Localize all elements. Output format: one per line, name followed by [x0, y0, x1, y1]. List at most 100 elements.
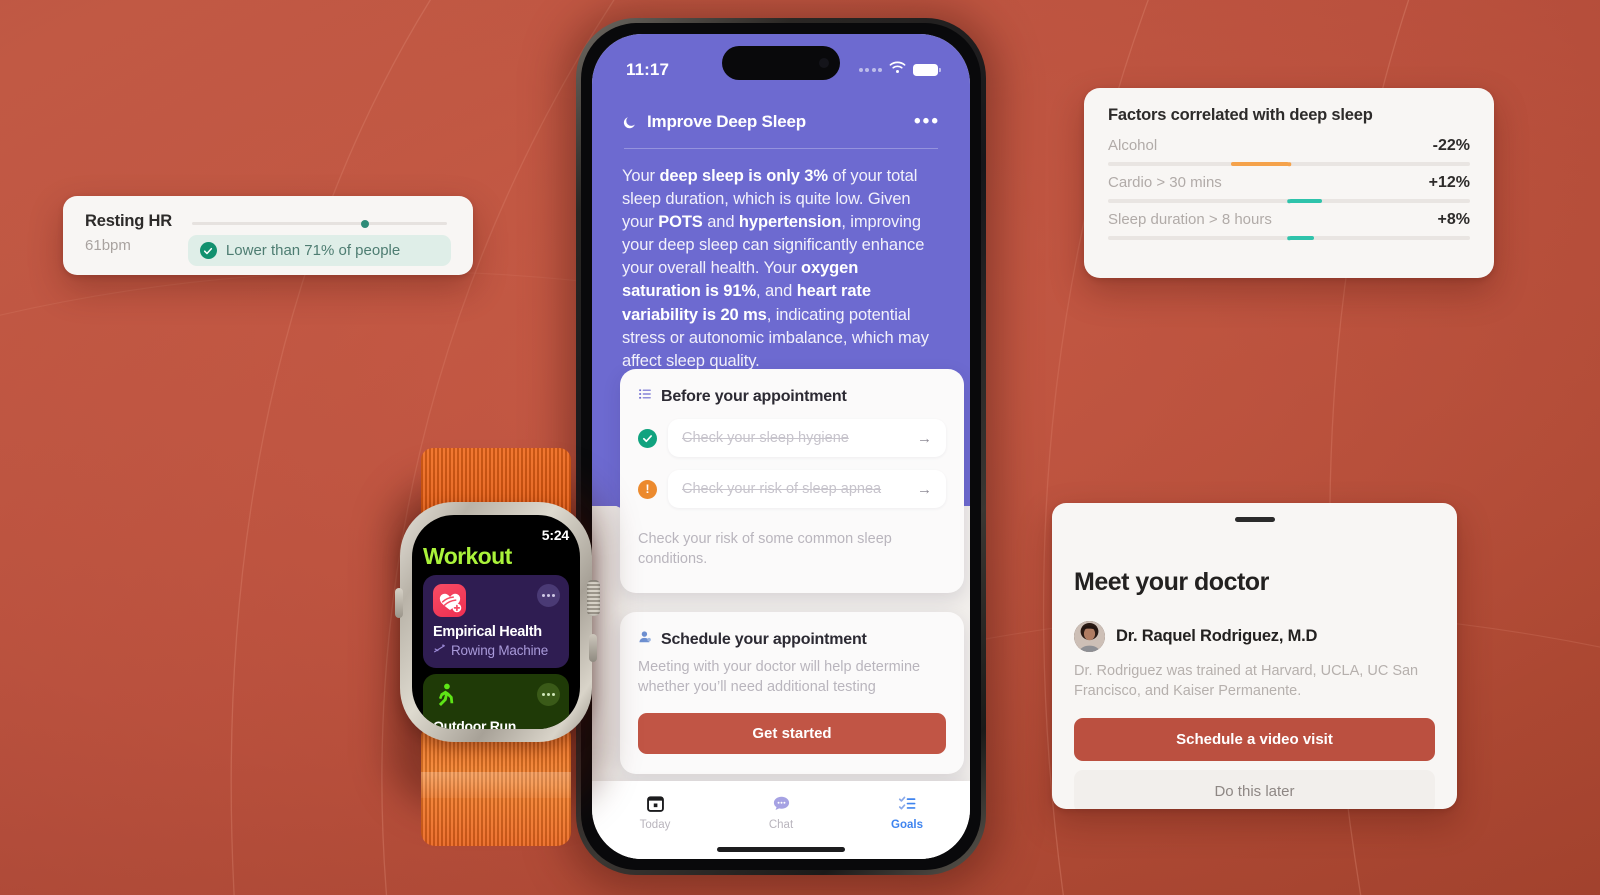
resting-hr-right: Lower than 71% of people — [187, 210, 451, 266]
hero-title-wrap: Improve Deep Sleep — [622, 112, 806, 132]
check-circle-icon — [638, 428, 657, 448]
factor-value: +12% — [1428, 174, 1470, 191]
schedule-appointment-header: Schedule your appointment — [638, 630, 946, 649]
resting-hr-comparison-pill: Lower than 71% of people — [187, 235, 451, 266]
schedule-appointment-title: Schedule your appointment — [661, 630, 867, 648]
factor-row: Cardio > 30 mins +12% — [1108, 174, 1470, 203]
doctor-card-title: Meet your doctor — [1074, 568, 1269, 596]
digital-crown[interactable] — [587, 580, 600, 616]
watch-screen: 5:24 Workout Empirical Health Rowing Mac… — [412, 515, 580, 729]
phone-inner-bezel: 11:17 Improve Deep Sleep ••• Your deep s… — [581, 23, 981, 870]
task-pill[interactable]: Check your sleep hygiene → — [668, 419, 946, 457]
hero-title: Improve Deep Sleep — [647, 112, 806, 131]
home-indicator[interactable] — [717, 847, 845, 852]
tab-chat-label: Chat — [768, 819, 794, 831]
overflow-menu-icon[interactable] — [537, 683, 560, 707]
resting-hr-number: 61 — [85, 237, 102, 254]
factor-midpoint-marker — [1287, 162, 1291, 166]
alert-circle-icon: ! — [638, 479, 657, 499]
before-appointment-note: Check your risk of some common sleep con… — [638, 531, 892, 567]
iphone-mockup: 11:17 Improve Deep Sleep ••• Your deep s… — [566, 12, 996, 889]
factor-track — [1108, 199, 1470, 203]
factor-midpoint-marker — [1287, 236, 1291, 240]
resting-hr-value: 61bpm — [85, 237, 172, 254]
hero-header: Improve Deep Sleep ••• — [622, 112, 940, 132]
moon-icon — [622, 115, 637, 130]
before-appointment-header: Before your appointment — [638, 387, 946, 406]
factor-value: +8% — [1437, 211, 1470, 228]
front-camera-icon — [819, 58, 829, 68]
factor-row: Alcohol -22% — [1108, 137, 1470, 166]
factors-title: Factors correlated with deep sleep — [1108, 106, 1373, 124]
doctor-identity-row: Dr. Raquel Rodriguez, M.D — [1074, 621, 1435, 652]
doctor-bio: Dr. Rodriguez was trained at Harvard, UC… — [1074, 663, 1419, 699]
heart-hands-icon — [433, 584, 466, 618]
resting-hr-track — [191, 219, 447, 228]
hero-content: Improve Deep Sleep ••• Your deep sleep i… — [592, 112, 970, 373]
schedule-video-visit-button[interactable]: Schedule a video visit — [1074, 718, 1435, 761]
phone-screen: 11:17 Improve Deep Sleep ••• Your deep s… — [592, 34, 970, 859]
watch-side-button[interactable] — [589, 634, 597, 662]
workout-tile-empirical-health[interactable]: Empirical Health Rowing Machine — [423, 575, 569, 669]
resting-hr-title: Resting HR — [85, 212, 172, 230]
chevron-right-icon: → — [917, 429, 932, 447]
workout-activity: Rowing Machine — [433, 642, 559, 658]
resting-hr-comparison-text: Lower than 71% of people — [225, 242, 401, 259]
overflow-menu-icon[interactable]: ••• — [914, 112, 940, 131]
doctor-name: Dr. Raquel Rodriguez, M.D — [1116, 627, 1318, 645]
get-started-button[interactable]: Get started — [638, 713, 946, 755]
schedule-appointment-description: Meeting with your doctor will help deter… — [638, 659, 921, 695]
resting-hr-left: Resting HR 61bpm — [85, 210, 172, 254]
workout-app-name: Empirical Health — [433, 624, 542, 641]
person-icon — [638, 630, 652, 649]
avatar — [1074, 621, 1105, 652]
task-item[interactable]: Check your sleep hygiene → — [638, 419, 946, 457]
before-appointment-title: Before your appointment — [661, 387, 847, 405]
factor-fill — [1231, 162, 1289, 166]
task-label: Check your risk of sleep apnea — [682, 481, 882, 497]
sheet-drag-handle[interactable] — [1234, 517, 1275, 522]
watch-band-bottom — [421, 728, 571, 846]
task-pill[interactable]: Check your risk of sleep apnea → — [668, 470, 946, 508]
factor-label: Sleep duration > 8 hours — [1108, 211, 1272, 228]
chat-bubble-icon — [772, 793, 791, 813]
workout-tile-outdoor-run[interactable]: Outdoor Run — [423, 674, 569, 729]
watch-time: 5:24 — [541, 527, 569, 543]
tab-goals[interactable]: Goals — [844, 793, 970, 831]
meet-your-doctor-card: Meet your doctor Dr. Raquel Rodriguez, M… — [1052, 503, 1457, 809]
signal-dots-icon — [858, 68, 882, 72]
task-list: Check your sleep hygiene →! Check your ris… — [638, 419, 946, 508]
factor-track — [1108, 236, 1470, 240]
dynamic-island — [722, 46, 840, 80]
do-this-later-button[interactable]: Do this later — [1074, 770, 1435, 809]
tab-chat[interactable]: Chat — [718, 793, 844, 831]
tab-goals-label: Goals — [891, 819, 923, 831]
factor-fill — [1289, 199, 1322, 203]
factors-card: Factors correlated with deep sleep Alcoh… — [1084, 88, 1494, 278]
tab-today-label: Today — [639, 819, 671, 831]
schedule-appointment-card: Schedule your appointment Meeting with y… — [620, 612, 964, 775]
wifi-icon — [889, 61, 906, 79]
resting-hr-marker — [361, 219, 370, 228]
factor-fill — [1289, 236, 1315, 240]
chevron-right-icon: → — [917, 480, 932, 498]
calendar-icon — [646, 793, 665, 813]
factor-track — [1108, 162, 1470, 166]
task-item[interactable]: ! Check your risk of sleep apnea → — [638, 470, 946, 508]
watch-heading: Workout — [423, 543, 512, 569]
battery-icon — [913, 63, 941, 77]
watch-crown-guard — [395, 588, 403, 618]
task-label: Check your sleep hygiene — [682, 430, 849, 446]
watch-case: 5:24 Workout Empirical Health Rowing Mac… — [395, 502, 600, 742]
factor-label: Cardio > 30 mins — [1108, 174, 1222, 191]
workout-app-name: Outdoor Run — [433, 718, 517, 729]
apple-watch-mockup: 5:24 Workout Empirical Health Rowing Mac… — [378, 440, 613, 846]
factor-label: Alcohol — [1108, 137, 1158, 154]
factor-value: -22% — [1432, 137, 1470, 154]
resting-hr-card: Resting HR 61bpm Lower than 71% of peopl… — [63, 196, 473, 275]
check-circle-icon — [199, 242, 217, 259]
overflow-menu-icon[interactable] — [537, 584, 560, 608]
phone-frame: 11:17 Improve Deep Sleep ••• Your deep s… — [576, 18, 986, 875]
resting-hr-unit: bpm — [101, 237, 131, 254]
hero-body-text: Your deep sleep is only 3% of your total… — [622, 167, 929, 370]
